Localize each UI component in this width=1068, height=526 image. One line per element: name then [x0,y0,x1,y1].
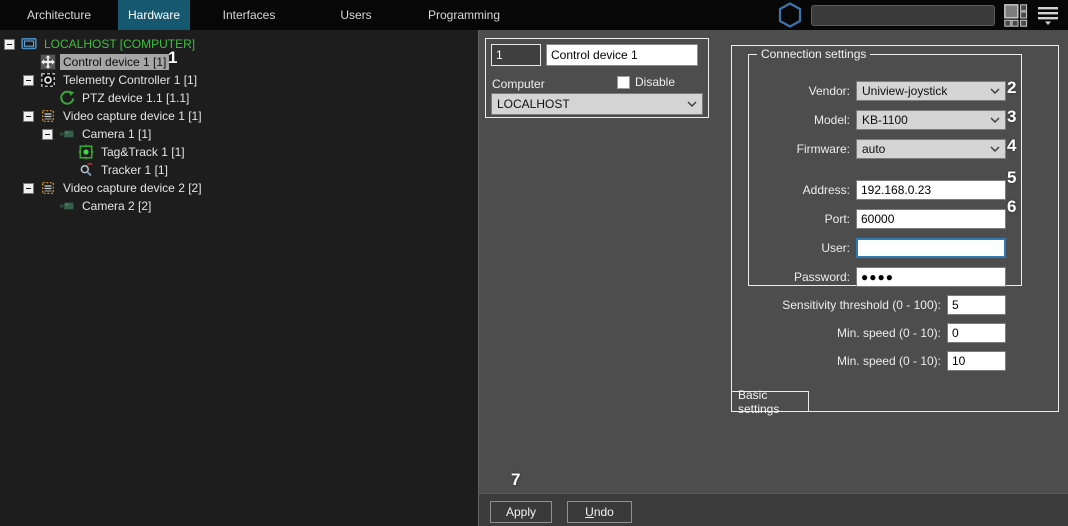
camera-icon [59,126,75,142]
tree-item-video-capture-device-2-2[interactable]: Video capture device 2 [2] [0,179,478,197]
tracker-icon [78,162,94,178]
tree-item-telemetry-controller-1-1[interactable]: Telemetry Controller 1 [1] [0,71,478,89]
tree-item-camera-2-2[interactable]: Camera 2 [2] [0,197,478,215]
firmware-select-value: auto [862,142,886,156]
collapse-expander-icon[interactable] [23,182,34,194]
sensitivity-threshold-field[interactable] [947,295,1006,315]
computer-select[interactable]: LOCALHOST [491,93,703,115]
tree-item-video-capture-device-1-1[interactable]: Video capture device 1 [1] [0,107,478,125]
hexagon-logo-icon [778,2,802,28]
tree-item-label: Telemetry Controller 1 [1] [63,73,198,87]
tree-item-label: Camera 1 [1] [82,127,152,141]
port-label: Port: [824,212,850,226]
firmware-label: Firmware: [796,142,850,156]
aperture-icon [40,72,56,88]
move-icon [40,54,56,70]
connection-settings-legend: Connection settings [757,47,871,61]
monitor-icon [21,36,37,52]
chevron-down-icon [990,146,1000,152]
tab-interfaces[interactable]: Interfaces [190,0,308,30]
model-select-value: KB-1100 [862,113,908,127]
connection-outer-panel: Connection settings Vendor: Uniview-joys… [731,45,1059,416]
tab-hardware[interactable]: Hardware [118,0,190,30]
annotation-7: 7 [511,470,521,489]
tab-users[interactable]: Users [308,0,404,30]
collapse-expander-icon[interactable] [42,128,53,140]
model-label: Model: [813,113,850,127]
model-select[interactable]: KB-1100 [856,110,1006,130]
firmware-select[interactable]: auto [856,139,1006,159]
tree-item-label: Tracker 1 [1] [101,163,168,177]
chevron-down-icon [990,117,1000,123]
tree-item-label: Tag&Track 1 [1] [101,145,185,159]
tree-item-tag-track-1-1[interactable]: Tag&Track 1 [1] [0,143,478,161]
annotation-4: 4 [1007,136,1017,155]
tree-item-label: PTZ device 1.1 [1.1] [82,91,190,105]
tagtrack-icon [78,144,94,160]
user-label: User: [821,241,850,255]
apply-button[interactable]: Apply [490,501,552,523]
disable-checkbox[interactable] [617,75,630,89]
tree-item-label: Control device 1 [1] [60,54,170,70]
collapse-expander-icon[interactable] [4,38,15,50]
annotation-3: 3 [1007,107,1017,126]
min-speed-2-field[interactable] [947,351,1006,371]
tree-item-camera-1-1[interactable]: Camera 1 [1] [0,125,478,143]
port-field[interactable] [856,209,1006,229]
annotation-2: 2 [1007,78,1017,97]
user-field[interactable] [856,238,1006,258]
tree-item-control-device-1-1[interactable]: Control device 1 [1] [0,53,478,71]
tree-item-localhost-computer[interactable]: LOCALHOST [COMPUTER] [0,35,478,53]
sensitivity-threshold-label: Sensitivity threshold (0 - 100): [782,298,941,312]
annotation-6: 6 [1007,197,1017,216]
vendor-select-value: Uniview-joystick [862,84,948,98]
min-speed-2-label: Min. speed (0 - 10): [836,354,941,368]
ptz-icon [59,90,75,106]
capture-icon [40,180,56,196]
vendor-label: Vendor: [808,84,850,98]
computer-select-value: LOCALHOST [497,97,570,111]
annotation-5: 5 [1007,168,1017,187]
vendor-select[interactable]: Uniview-joystick [856,81,1006,101]
settings-panel: Computer Disable LOCALHOST Connection se… [478,30,1068,526]
address-field[interactable] [856,180,1006,200]
min-speed-1-field[interactable] [947,323,1006,343]
password-label: Password: [793,270,850,284]
collapse-expander-icon[interactable] [23,74,34,86]
chevron-down-icon [687,101,697,107]
device-id-field[interactable] [491,44,541,66]
password-field[interactable] [856,267,1006,287]
action-bar: Apply Undo [479,493,1068,526]
search-input[interactable] [811,4,995,26]
tab-architecture[interactable]: Architecture [0,0,118,30]
tree-item-label: Camera 2 [2] [82,199,152,213]
tree-item-label: Video capture device 2 [2] [63,181,202,195]
undo-button[interactable]: Undo [567,501,632,523]
tree-item-ptz-device-1-1-1-1[interactable]: PTZ device 1.1 [1.1] [0,89,478,107]
tab-programming[interactable]: Programming [404,0,524,30]
tree-item-label: Video capture device 1 [1] [63,109,202,123]
disable-label: Disable [635,75,676,89]
top-nav-bar: Architecture Hardware Interfaces Users P… [0,0,1068,30]
device-name-field[interactable] [546,44,698,66]
tab-basic-settings[interactable]: Basic settings [731,388,809,416]
address-label: Address: [802,183,850,197]
annotation-1: 1 [168,48,178,67]
chevron-down-icon [990,88,1000,94]
tree-item-tracker-1-1[interactable]: Tracker 1 [1] [0,161,478,179]
computer-label: Computer [492,77,545,91]
connection-settings-group: Connection settings Vendor: Uniview-joys… [748,47,1022,287]
layout-grid-icon[interactable] [1004,3,1028,27]
camera-icon [59,198,75,214]
device-identity-box: Computer Disable LOCALHOST [485,38,709,118]
device-tree: LOCALHOST [COMPUTER] Control device 1 [1]… [0,30,478,526]
collapse-expander-icon[interactable] [23,110,34,122]
min-speed-1-label: Min. speed (0 - 10): [836,326,941,340]
hamburger-menu-icon[interactable] [1037,5,1059,26]
capture-icon [40,108,56,124]
